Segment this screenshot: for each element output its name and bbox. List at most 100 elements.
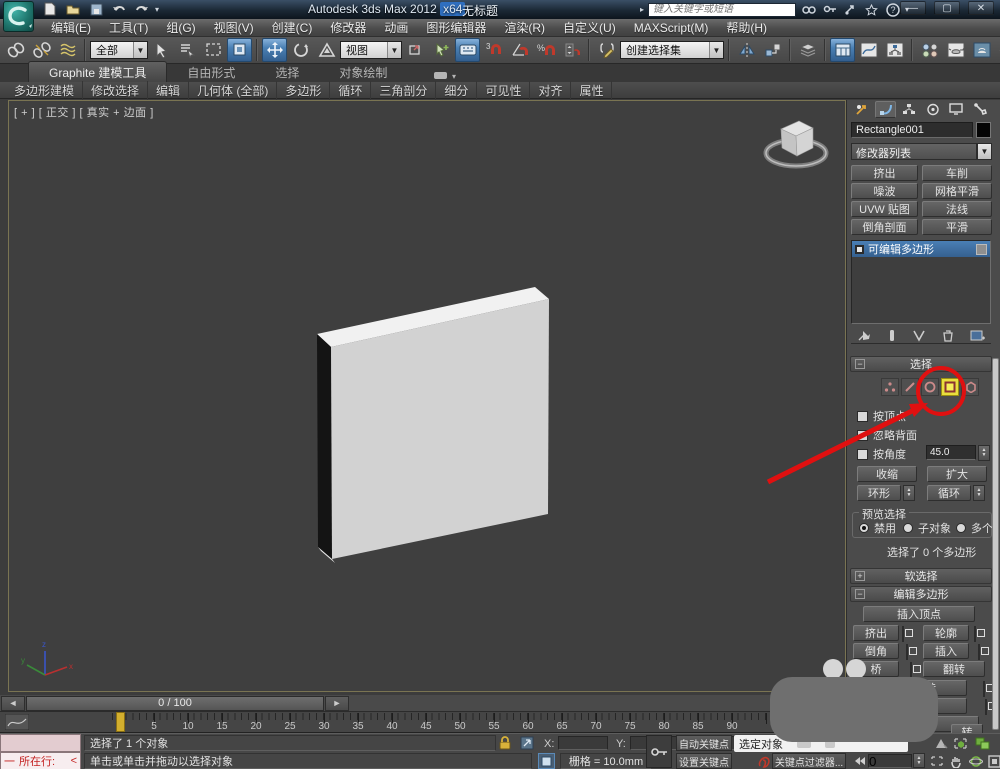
- bevel-settings-icon[interactable]: [906, 644, 908, 660]
- x-coordinate-field[interactable]: [558, 736, 608, 750]
- qat-dropdown-icon[interactable]: ▾: [155, 5, 159, 14]
- modifier-button-smooth[interactable]: 平滑: [922, 219, 992, 235]
- menu-item-9[interactable]: 自定义(U): [554, 19, 625, 36]
- shrink-button[interactable]: 收缩: [857, 466, 917, 482]
- modifier-list-dropdown[interactable]: 修改器列表: [851, 143, 977, 160]
- rollout-soft-selection-header[interactable]: + 软选择: [850, 568, 992, 584]
- save-file-button[interactable]: [86, 1, 106, 17]
- modifier-list-arrow-icon[interactable]: ▼: [977, 143, 992, 160]
- ribbon-tab-freeform[interactable]: 自由形式: [167, 62, 255, 82]
- flip-button[interactable]: 翻转: [923, 661, 985, 677]
- named-selection-sets-dropdown[interactable]: 创建选择集▼: [620, 41, 724, 59]
- rendered-frame-window-icon[interactable]: [969, 38, 994, 62]
- show-end-result-icon[interactable]: [888, 329, 896, 342]
- ribbon-panel-4[interactable]: 多边形: [277, 81, 330, 100]
- keyboard-shortcut-override-icon[interactable]: [455, 38, 480, 62]
- align-icon[interactable]: [760, 38, 785, 62]
- frame-spinner[interactable]: ▲▼: [913, 753, 925, 768]
- app-menu-logo[interactable]: [3, 1, 34, 32]
- motion-tab-icon[interactable]: [922, 101, 944, 118]
- rectangular-selection-region-icon[interactable]: [201, 38, 226, 62]
- menu-item-2[interactable]: 组(G): [157, 19, 204, 36]
- rollout-selection-header[interactable]: − 选择: [850, 356, 992, 372]
- viewcube[interactable]: [761, 109, 831, 171]
- select-and-link-icon[interactable]: [3, 38, 28, 62]
- object-color-swatch[interactable]: [976, 122, 991, 138]
- angle-snap-toggle-icon[interactable]: [507, 38, 532, 62]
- new-file-button[interactable]: [40, 1, 60, 17]
- go-to-start-icon[interactable]: [850, 753, 867, 769]
- material-editor-icon[interactable]: [917, 38, 942, 62]
- track-bar[interactable]: 051015202530354045505560657075808590: [0, 712, 846, 733]
- bevel-button[interactable]: 倒角: [853, 643, 899, 659]
- modifier-button-normal[interactable]: 法线: [922, 201, 992, 217]
- time-slider[interactable]: 0 / 100: [26, 696, 324, 711]
- menu-item-5[interactable]: 修改器: [321, 19, 375, 36]
- key-filters-button[interactable]: 关键点过滤器...: [772, 753, 846, 769]
- modifier-button-meshsmooth[interactable]: 网格平滑: [922, 183, 992, 199]
- ribbon-minimize-icon[interactable]: ▾: [433, 70, 457, 80]
- favorites-star-icon[interactable]: [863, 2, 880, 17]
- edit-named-selection-sets-icon[interactable]: [594, 38, 619, 62]
- graphite-modeling-ribbon-toggle-icon[interactable]: [830, 38, 855, 62]
- by-vertex-checkbox[interactable]: [857, 411, 868, 422]
- outline-settings-icon[interactable]: [974, 626, 976, 642]
- pan-hand-icon[interactable]: [948, 753, 965, 769]
- angle-spinner[interactable]: ▲▼: [978, 445, 990, 461]
- mirror-icon[interactable]: [734, 38, 759, 62]
- loop-button[interactable]: 循环: [927, 485, 971, 501]
- preview-multiple-radio[interactable]: [956, 523, 966, 533]
- make-unique-icon[interactable]: [912, 329, 926, 342]
- ribbon-panel-10[interactable]: 属性: [571, 81, 612, 100]
- extrude-button[interactable]: 挤出: [853, 625, 899, 641]
- selection-filter-dropdown[interactable]: 全部▼: [90, 41, 148, 59]
- menu-item-6[interactable]: 动画: [375, 19, 417, 36]
- auto-key-button[interactable]: 自动关键点: [676, 735, 732, 751]
- redo-button[interactable]: [132, 1, 152, 17]
- insert-vertex-button[interactable]: 插入顶点: [863, 606, 975, 622]
- ribbon-panel-5[interactable]: 循环: [330, 81, 371, 100]
- menu-item-3[interactable]: 视图(V): [205, 19, 263, 36]
- spinner-snap-toggle-icon[interactable]: [559, 38, 584, 62]
- snaps-toggle-3d-icon[interactable]: 3: [481, 38, 506, 62]
- ribbon-tab-graphite[interactable]: Graphite 建模工具: [28, 61, 167, 82]
- subobject-vertex-icon[interactable]: [881, 378, 899, 396]
- ribbon-panel-8[interactable]: 可见性: [477, 81, 530, 100]
- bind-to-space-warp-icon[interactable]: [55, 38, 80, 62]
- scene-object-box[interactable]: [9, 101, 845, 691]
- angle-value-field[interactable]: 45.0: [926, 445, 976, 460]
- modifier-button-bevel-profile[interactable]: 倒角剖面: [851, 219, 918, 235]
- maxscript-mini-listener-top[interactable]: [0, 734, 81, 752]
- subobject-polygon-icon[interactable]: [941, 378, 959, 396]
- hierarchy-tab-icon[interactable]: [898, 101, 920, 118]
- panel-scrollbar[interactable]: [992, 358, 999, 730]
- unlink-selection-icon[interactable]: [29, 38, 54, 62]
- maxscript-mini-listener-bottom[interactable]: 一 所在行: <: [0, 752, 81, 769]
- ribbon-panel-7[interactable]: 细分: [436, 81, 477, 100]
- configure-modifier-sets-icon[interactable]: [970, 329, 985, 342]
- ribbon-tab-object-paint[interactable]: 对象绘制: [319, 62, 407, 82]
- stack-item-editable-poly[interactable]: 可编辑多边形: [852, 241, 990, 257]
- infocenter-arrow-icon[interactable]: ▸: [640, 5, 644, 14]
- subobject-element-icon[interactable]: [961, 378, 979, 396]
- select-and-scale-icon[interactable]: [314, 38, 339, 62]
- selection-lock-icon[interactable]: [496, 735, 513, 751]
- rollout-edit-polygons-header[interactable]: − 编辑多边形: [850, 586, 992, 602]
- window-crossing-toggle-icon[interactable]: [227, 38, 252, 62]
- time-slider-marker[interactable]: [116, 712, 125, 732]
- select-object-icon[interactable]: [149, 38, 174, 62]
- schematic-view-icon[interactable]: [882, 38, 907, 62]
- add-time-tag-icon[interactable]: [538, 753, 555, 769]
- preview-multiple-option[interactable]: 多个: [956, 520, 993, 536]
- ring-button[interactable]: 环形: [857, 485, 901, 501]
- loop-spinner[interactable]: ▲▼: [973, 485, 985, 501]
- open-file-button[interactable]: [63, 1, 83, 17]
- modifier-button-uvw-map[interactable]: UVW 贴图: [851, 201, 918, 217]
- hinge-settings-icon[interactable]: [983, 681, 985, 697]
- orbit-icon[interactable]: [967, 753, 984, 769]
- minimize-button[interactable]: —: [900, 1, 926, 15]
- ribbon-panel-1[interactable]: 修改选择: [83, 81, 148, 100]
- set-key-button[interactable]: 设置关键点: [676, 753, 732, 769]
- extrude-settings-icon[interactable]: [902, 626, 904, 642]
- percent-snap-toggle-icon[interactable]: %: [533, 38, 558, 62]
